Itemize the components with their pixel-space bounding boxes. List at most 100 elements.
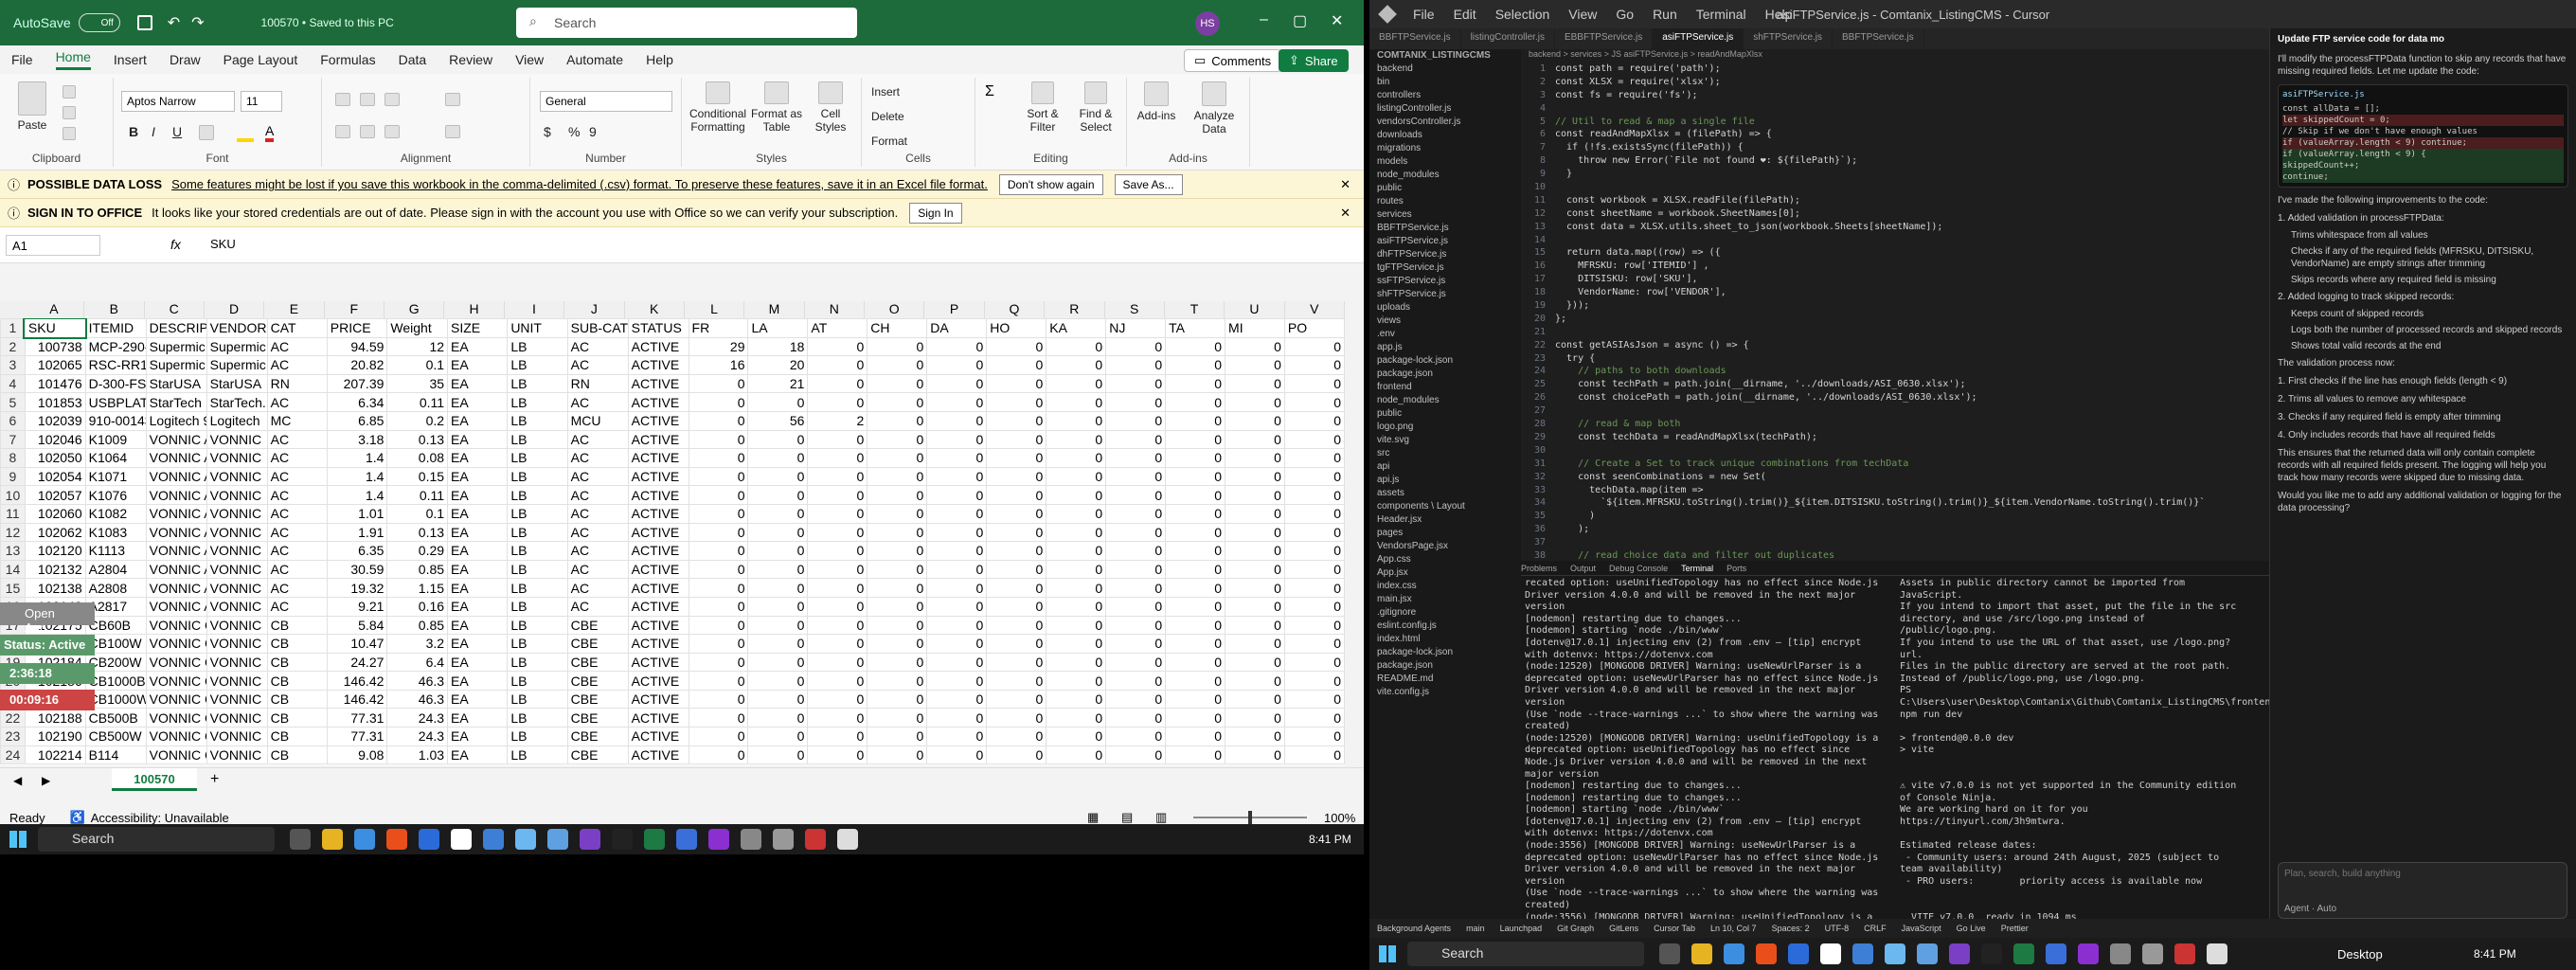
cell[interactable]: 0: [1225, 615, 1285, 636]
cell[interactable]: AC: [266, 503, 328, 524]
explorer-item[interactable]: assets: [1369, 487, 1521, 500]
borders-icon[interactable]: [199, 125, 214, 140]
cell[interactable]: 0: [986, 671, 1047, 691]
cell[interactable]: AC: [266, 448, 328, 468]
cell[interactable]: AC: [566, 596, 629, 617]
cell[interactable]: ACTIVE: [627, 373, 689, 394]
windows-start-icon[interactable]: [1379, 945, 1396, 962]
cell[interactable]: 5.84: [326, 615, 388, 636]
percent-icon[interactable]: %: [568, 125, 580, 138]
undo-icon[interactable]: ↶: [168, 13, 180, 32]
cell[interactable]: 0: [926, 708, 988, 728]
cell[interactable]: 0: [807, 708, 868, 728]
cell[interactable]: CB: [266, 745, 328, 765]
spreadsheet-grid[interactable]: 1SKUITEMIDDESCRIPTIVENDORCATPRICEWeightS…: [0, 318, 1345, 765]
cell[interactable]: LB: [507, 578, 568, 598]
cell[interactable]: 0: [1225, 727, 1285, 746]
status-item[interactable]: Go Live: [1957, 924, 1986, 933]
cell[interactable]: 0: [1225, 745, 1285, 765]
cell[interactable]: 0: [867, 485, 928, 505]
status-item[interactable]: Prettier: [2001, 924, 2029, 933]
cell[interactable]: VENDOR: [206, 318, 268, 338]
cell[interactable]: 0: [926, 541, 988, 561]
column-header[interactable]: H: [444, 301, 505, 318]
row-header[interactable]: 4: [0, 373, 26, 394]
cell[interactable]: EA: [447, 410, 509, 431]
status-item[interactable]: CRLF: [1864, 924, 1887, 933]
cell[interactable]: 100738: [24, 336, 86, 357]
menu-insert[interactable]: Insert: [114, 52, 147, 67]
cell[interactable]: A2808: [84, 578, 147, 598]
taskbar-app-icon[interactable]: [612, 829, 633, 850]
cell[interactable]: 1.15: [386, 578, 449, 598]
explorer-item[interactable]: frontend: [1369, 381, 1521, 394]
explorer-item[interactable]: vendorsController.js: [1369, 116, 1521, 129]
cell[interactable]: 0: [688, 559, 749, 580]
explorer-item[interactable]: pages: [1369, 527, 1521, 540]
cell[interactable]: VONNIC C: [145, 708, 207, 728]
cell[interactable]: MC: [266, 410, 328, 431]
merge-center-icon[interactable]: [445, 125, 460, 138]
cell[interactable]: 0: [807, 448, 868, 468]
cell[interactable]: ACTIVE: [627, 671, 689, 691]
cell[interactable]: 0: [1105, 615, 1167, 636]
cell[interactable]: 0: [688, 503, 749, 524]
cell[interactable]: 21: [747, 373, 809, 394]
menu-help[interactable]: Help: [646, 52, 673, 67]
cell[interactable]: K1113: [84, 541, 147, 561]
taskbar-app-icon[interactable]: [2013, 943, 2034, 964]
cell[interactable]: Logitech: [206, 410, 268, 431]
explorer-item[interactable]: controllers: [1369, 89, 1521, 102]
taskbar-app-icon[interactable]: [1756, 943, 1777, 964]
cell[interactable]: 0: [1225, 559, 1285, 580]
column-header[interactable]: O: [865, 301, 925, 318]
cell[interactable]: 0: [1046, 522, 1107, 543]
add-ins-button[interactable]: Add-ins: [1133, 81, 1180, 122]
code-editor[interactable]: backend > services > JS asiFTPService.js…: [1521, 49, 2269, 561]
cell[interactable]: CBE: [566, 652, 629, 673]
taskbar-app-icon[interactable]: [547, 829, 568, 850]
taskbar-app-icon[interactable]: [2110, 943, 2131, 964]
align-center-icon[interactable]: [360, 125, 375, 138]
column-header[interactable]: N: [805, 301, 865, 318]
cell[interactable]: 0: [926, 727, 988, 746]
cell[interactable]: EA: [447, 448, 509, 468]
cell[interactable]: 0: [867, 410, 928, 431]
cell[interactable]: 0: [867, 689, 928, 710]
taskbar-app-icon[interactable]: [1981, 943, 2002, 964]
cell[interactable]: Logitech 9: [145, 410, 207, 431]
cell[interactable]: 0: [1283, 373, 1345, 394]
cell[interactable]: EA: [447, 596, 509, 617]
cell[interactable]: 0: [807, 578, 868, 598]
cell[interactable]: 0: [926, 485, 988, 505]
cell[interactable]: 102060: [24, 503, 86, 524]
close-message-icon[interactable]: ✕: [1340, 177, 1351, 192]
align-right-icon[interactable]: [385, 125, 400, 138]
taskbar-app-icon[interactable]: [1885, 943, 1905, 964]
cell[interactable]: 102120: [24, 541, 86, 561]
cell[interactable]: 0: [807, 429, 868, 450]
cell[interactable]: MCU: [566, 410, 629, 431]
column-header[interactable]: C: [145, 301, 205, 318]
cell[interactable]: 0: [807, 559, 868, 580]
cell[interactable]: 0: [867, 671, 928, 691]
cell[interactable]: SKU: [23, 318, 88, 340]
status-item[interactable]: main: [1466, 924, 1485, 933]
currency-icon[interactable]: $: [544, 125, 551, 138]
cell[interactable]: ACTIVE: [627, 485, 689, 505]
cell[interactable]: 0: [1165, 355, 1226, 375]
menu-home[interactable]: Home: [55, 49, 91, 70]
cell[interactable]: 77.31: [326, 727, 388, 746]
font-size-select[interactable]: 11: [241, 91, 282, 112]
cell[interactable]: ACTIVE: [627, 727, 689, 746]
cell[interactable]: 0: [1283, 336, 1345, 357]
cell[interactable]: USBPLATE: [84, 392, 147, 412]
cell[interactable]: 0: [1105, 559, 1167, 580]
column-header[interactable]: P: [924, 301, 985, 318]
cell[interactable]: 0: [1046, 615, 1107, 636]
cell[interactable]: 0: [807, 689, 868, 710]
cell[interactable]: 1.03: [386, 745, 449, 765]
cell[interactable]: SIZE: [447, 318, 509, 338]
cell[interactable]: 0: [867, 634, 928, 654]
cell[interactable]: KA: [1046, 318, 1107, 338]
